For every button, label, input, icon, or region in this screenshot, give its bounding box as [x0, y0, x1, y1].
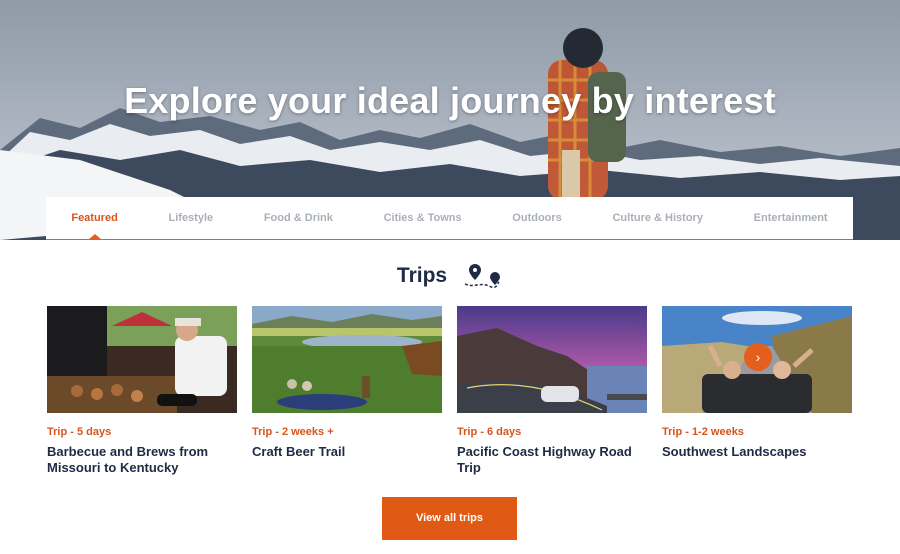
- lake-campsite-photo: [252, 306, 442, 413]
- trip-card[interactable]: Trip - 2 weeks + Craft Beer Trail: [252, 306, 442, 476]
- hero-banner: Explore your ideal journey by interest F…: [0, 0, 900, 240]
- trip-card[interactable]: Trip - 5 days Barbecue and Brews from Mi…: [47, 306, 237, 476]
- bbq-photo: [47, 306, 237, 413]
- tab-cities-towns[interactable]: Cities & Towns: [358, 197, 487, 239]
- tab-featured[interactable]: Featured: [46, 197, 143, 240]
- hero-title: Explore your ideal journey by interest: [124, 80, 776, 121]
- trip-cards: Trip - 5 days Barbecue and Brews from Mi…: [47, 306, 853, 476]
- route-pins-icon: [464, 264, 501, 289]
- trip-card[interactable]: Trip - 6 days Pacific Coast Highway Road…: [457, 306, 647, 476]
- trip-card[interactable]: › Trip - 1-2 weeks Southwest Landscapes: [662, 306, 852, 476]
- trip-duration: Trip - 1-2 weeks: [662, 426, 744, 438]
- trip-title[interactable]: Southwest Landscapes: [662, 444, 852, 460]
- trip-thumbnail[interactable]: [47, 306, 237, 413]
- tab-culture-history[interactable]: Culture & History: [587, 197, 728, 239]
- trip-thumbnail[interactable]: [457, 306, 647, 413]
- coastal-highway-photo: [457, 306, 647, 413]
- tab-food-drink[interactable]: Food & Drink: [238, 197, 358, 239]
- trip-title[interactable]: Barbecue and Brews from Missouri to Kent…: [47, 444, 237, 476]
- interest-tabs: Featured Lifestyle Food & Drink Cities &…: [46, 197, 853, 240]
- trip-duration: Trip - 5 days: [47, 426, 112, 438]
- section-heading: Trips: [0, 262, 900, 290]
- carousel-next-button[interactable]: ›: [744, 343, 772, 371]
- section-title: Trips: [396, 264, 448, 287]
- trip-duration: Trip - 6 days: [457, 426, 522, 438]
- tab-outdoors[interactable]: Outdoors: [487, 197, 587, 239]
- tab-lifestyle[interactable]: Lifestyle: [143, 197, 238, 239]
- trip-title[interactable]: Craft Beer Trail: [252, 444, 442, 460]
- tab-entertainment[interactable]: Entertainment: [728, 197, 853, 239]
- trip-thumbnail[interactable]: [252, 306, 442, 413]
- trip-duration: Trip - 2 weeks +: [252, 426, 334, 438]
- chevron-right-icon: ›: [755, 349, 761, 365]
- trip-title[interactable]: Pacific Coast Highway Road Trip: [457, 444, 647, 476]
- view-all-trips-button[interactable]: View all trips: [382, 497, 517, 540]
